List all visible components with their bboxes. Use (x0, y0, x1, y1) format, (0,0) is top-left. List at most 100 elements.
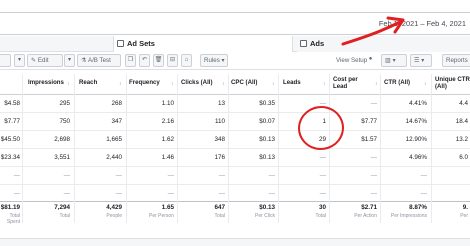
ab-test-label: A/B Test (87, 57, 111, 64)
cell-leads: — (319, 190, 326, 197)
table-row[interactable]: $45.50 2,698 1,665 1.62 348 $0.13 29 $1.57 12.90… (0, 131, 470, 149)
cell-impressions: 3,551 (54, 154, 70, 161)
tab-ad-sets-label: Ad Sets (127, 39, 155, 48)
col-cost-per-lead[interactable]: Cost per Lead (333, 76, 358, 90)
duplicate-icon[interactable]: ❐ (125, 54, 136, 67)
sort-icon[interactable]: ↕ (424, 81, 427, 87)
cell-cpc: $0.13 (259, 154, 275, 161)
col-unique-ctr[interactable]: Unique CTR (All) (435, 76, 470, 90)
total-clicks: 647 (214, 204, 225, 211)
total-cpl: $2.71 (361, 204, 377, 211)
col-leads[interactable]: Leads (283, 79, 301, 86)
total-leads-label: Total (315, 213, 326, 219)
rules-label: Rules (204, 57, 220, 64)
cell-clicks: — (218, 172, 225, 179)
sort-icon[interactable]: ↕ (222, 81, 225, 87)
cell-cpc: $0.35 (259, 100, 275, 107)
cell-impressions: 750 (59, 118, 70, 125)
dropdown-caret-icon[interactable]: ▾ (14, 54, 25, 67)
total-spent: $81.19 (0, 204, 20, 211)
cell-ctr: 14.67% (405, 118, 427, 125)
create-button[interactable] (0, 54, 11, 67)
table-row[interactable]: $7.77 750 347 2.16 110 $0.07 1 $7.77 14.67% 18.4 (0, 113, 470, 131)
sort-icon[interactable]: ↕ (323, 81, 326, 87)
cell-spent: $7.77 (4, 118, 20, 125)
table-row[interactable]: $4.58 295 268 1.10 13 $0.35— —4.41% 4.4 (0, 95, 470, 113)
cell-spent: $23.34 (0, 154, 20, 161)
cell-frequency: — (167, 190, 174, 197)
cell-ctr: 4.41% (409, 100, 427, 107)
edit-button[interactable]: ✎ Edit (27, 54, 63, 67)
cell-uctr: 13.2 (455, 136, 468, 143)
breakdown-button[interactable]: ☰ ▾ (410, 54, 432, 67)
cell-reach: — (115, 172, 122, 179)
trash-icon[interactable]: 🗑 (153, 54, 164, 67)
cell-impressions: 295 (59, 100, 70, 107)
edit-menu-caret-icon[interactable]: ▾ (64, 54, 75, 67)
total-ctr-label: Per Impressions (390, 213, 427, 219)
table-row[interactable]: $23.34 3,551 2,440 1.46 176 $0.13 — — 4.96% 6.0 (0, 149, 470, 167)
sort-icon[interactable]: ↕ (375, 81, 378, 87)
cell-spent: $45.50 (0, 136, 20, 143)
col-clicks[interactable]: Clicks (All) (181, 79, 213, 86)
total-cpc: $0.13 (259, 204, 275, 211)
cell-frequency: 1.62 (161, 136, 174, 143)
cell-clicks: 13 (217, 100, 225, 107)
cell-frequency: 2.16 (161, 118, 174, 125)
cell-spent: — (13, 190, 20, 197)
cell-cpl: — (370, 190, 377, 197)
col-frequency[interactable]: Frequency (129, 79, 160, 86)
column-divider (74, 74, 75, 223)
cell-uctr: 4.4 (459, 100, 468, 107)
tag-icon[interactable]: ⌂ (181, 54, 192, 67)
cell-cpl: — (370, 172, 377, 179)
cell-cpl: $1.57 (361, 136, 377, 143)
cell-clicks: 110 (214, 118, 225, 125)
cell-spent: — (13, 172, 20, 179)
col-cost-per-lead-line2: Lead (333, 83, 348, 90)
ab-test-button[interactable]: ⚗ A/B Test (77, 54, 121, 67)
table-row[interactable]: — — — — — — — — — (0, 167, 470, 185)
col-ctr[interactable]: CTR (All) (384, 79, 410, 86)
cell-reach: 347 (111, 118, 122, 125)
cell-frequency: 1.46 (161, 154, 174, 161)
columns-button[interactable]: ▥ ▾ (381, 54, 407, 67)
cell-uctr: 6.0 (459, 154, 468, 161)
column-divider (126, 74, 127, 223)
view-setup-link[interactable]: View Setup (336, 57, 367, 64)
flask-icon: ⚗ (81, 57, 88, 64)
col-unique-ctr-line1: Unique CTR (435, 76, 470, 83)
cell-ctr: 12.90% (405, 136, 427, 143)
column-divider (177, 74, 178, 223)
cell-impressions: — (63, 190, 70, 197)
sort-icon[interactable]: ↕ (67, 81, 70, 87)
col-cost-per-lead-line1: Cost per (333, 76, 358, 83)
col-cpc[interactable]: CPC (All) (231, 79, 257, 86)
tab-ad-sets[interactable]: Ad Sets (113, 36, 293, 52)
sort-icon[interactable]: ↕ (171, 81, 174, 87)
reports-button[interactable]: Reports (442, 54, 470, 67)
cell-reach: — (115, 190, 122, 197)
sort-icon[interactable]: ↕ (119, 81, 122, 87)
toggle-icon[interactable]: ● (365, 54, 376, 67)
col-impressions[interactable]: Impressions (28, 79, 64, 86)
cell-impressions: — (63, 172, 70, 179)
column-divider (228, 74, 229, 223)
cell-cpc: $0.07 (259, 118, 275, 125)
cell-ctr: — (420, 190, 427, 197)
bottom-scrollbar[interactable] (0, 238, 470, 246)
total-frequency: 1.65 (161, 204, 174, 211)
total-reach: 4,429 (106, 204, 122, 211)
col-unique-ctr-line2: (All) (435, 83, 447, 90)
ads-icon (300, 40, 307, 47)
rules-button[interactable]: Rules ▾ (200, 54, 228, 67)
total-ctr: 8.87% (409, 204, 427, 211)
lock-icon[interactable]: ⊟ (167, 54, 178, 67)
undo-icon[interactable]: ↶ (139, 54, 150, 67)
toolbar: ▾ ✎ Edit ▾ ⚗ A/B Test ❐ ↶ 🗑 ⊟ ⌂ Rules ▾ … (0, 52, 470, 70)
sort-icon[interactable]: ↕ (272, 81, 275, 87)
col-reach[interactable]: Reach (79, 79, 97, 86)
tab-ads-label: Ads (310, 39, 325, 48)
cell-uctr: 18.4 (455, 118, 468, 125)
reports-label: Reports (446, 57, 468, 64)
